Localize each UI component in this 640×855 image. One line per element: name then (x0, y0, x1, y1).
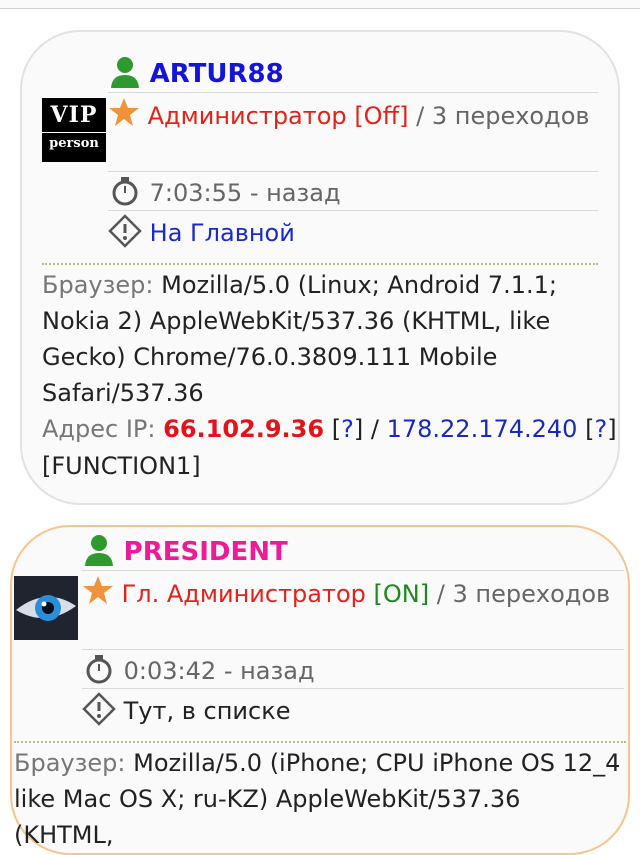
clicks-word: переходов (475, 580, 611, 608)
ip-lookup-bracket: [?] (331, 415, 364, 443)
avatar-person-text: person (42, 132, 106, 150)
star-icon (82, 575, 114, 615)
divider (108, 210, 598, 211)
online-time: 7:03:55 (149, 179, 243, 207)
user-time-row: 7:03:55 - назад (108, 175, 341, 213)
star-icon (108, 97, 140, 137)
dotted-divider (14, 741, 626, 743)
user-status: [Off] (354, 102, 409, 130)
online-time: 0:03:42 (123, 657, 217, 685)
user-icon (108, 55, 142, 95)
user-time-row: 0:03:42 - назад (82, 653, 315, 691)
user-location-link[interactable]: На Главной (150, 219, 295, 247)
user-role-row: Гл. Администратор [ON] / 3 переходов (82, 575, 624, 615)
user-icon (82, 533, 116, 573)
stopwatch-icon (82, 653, 116, 691)
online-time-suffix: - назад (223, 657, 315, 685)
function-tag: [FUNCTION1] (42, 452, 201, 480)
user-location-text: Тут, в списке (123, 697, 291, 725)
ip-row: Адрес IP: 66.102.9.36 [?] / 178.22.174.2… (42, 415, 617, 443)
clicks-count: 3 (431, 102, 448, 130)
divider (82, 688, 624, 689)
top-edge-bar (0, 0, 640, 9)
ip-label: Адрес IP: (42, 415, 156, 443)
browser-label: Браузер: (14, 749, 126, 777)
user-role: Администратор (147, 102, 347, 130)
ip-lookup-link[interactable]: ? (341, 415, 354, 443)
clicks-word: переходов (454, 102, 590, 130)
browser-label: Браузер: (42, 271, 154, 299)
user-nick-row: ARTUR88 (108, 55, 284, 95)
user-status: [ON] (373, 580, 430, 608)
warning-diamond-icon (108, 214, 142, 254)
user-nick-row: PRESIDENT (82, 533, 288, 573)
user-avatar-vip: VIP person (42, 98, 106, 162)
ip2-lookup-bracket: [?] (585, 415, 617, 443)
divider (82, 649, 624, 650)
clicks-sep: / (416, 102, 425, 130)
ip-address: 66.102.9.36 (163, 415, 325, 443)
user-location-row: Тут, в списке (82, 692, 290, 732)
ip2-lookup-link[interactable]: ? (594, 415, 607, 443)
clicks-sep: / (436, 580, 445, 608)
user-nick-link[interactable]: ARTUR88 (150, 59, 284, 89)
stopwatch-icon (108, 175, 142, 213)
user-avatar-eye (14, 576, 78, 640)
divider (108, 171, 598, 172)
clicks-count: 3 (452, 580, 468, 608)
user-agent-block: Браузер: Mozilla/5.0 (Linux; Android 7.1… (42, 267, 598, 411)
dotted-divider (42, 263, 598, 265)
user-role: Гл. Администратор (121, 580, 366, 608)
warning-diamond-icon (82, 692, 116, 732)
extra-function: [FUNCTION1] (42, 448, 201, 484)
avatar-vip-text: VIP (50, 102, 98, 128)
user-role-row: Администратор [Off] / 3 переходов (108, 97, 598, 137)
divider (108, 92, 598, 93)
user-agent-block: Браузер: Mozilla/5.0 (iPhone; CPU iPhone… (14, 745, 626, 853)
divider (82, 570, 624, 571)
ip2-address: 178.22.174.240 (386, 415, 578, 443)
online-time-suffix: - назад (249, 179, 341, 207)
user-nick-link[interactable]: PRESIDENT (124, 537, 288, 567)
user-location-row: На Главной (108, 214, 295, 254)
